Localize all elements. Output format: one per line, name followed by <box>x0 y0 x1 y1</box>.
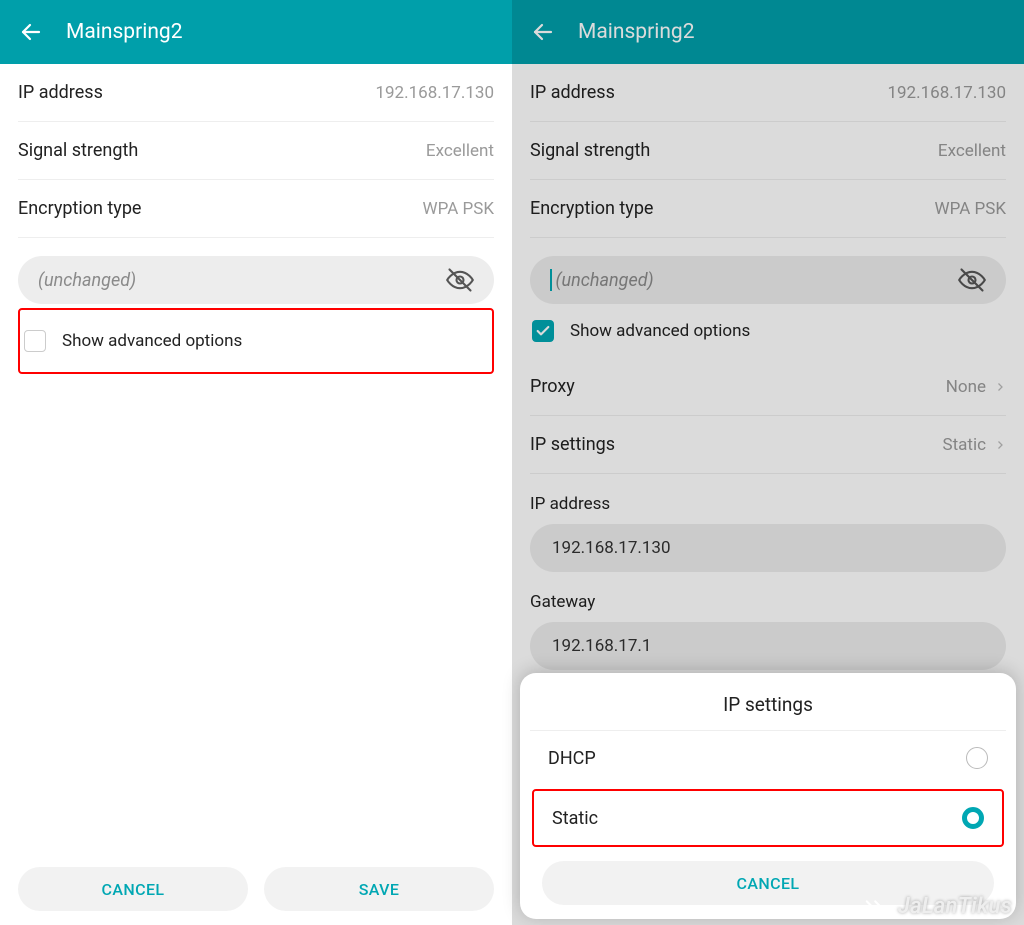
option-dhcp-label: DHCP <box>548 748 596 769</box>
proxy-row[interactable]: Proxy None <box>530 358 1006 416</box>
gateway-field-label: Gateway <box>530 578 1006 622</box>
toggle-visibility-button[interactable] <box>446 266 474 294</box>
ip-address-input[interactable]: 192.168.17.130 <box>530 524 1006 572</box>
proxy-value: None <box>946 377 986 397</box>
ip-value: 192.168.17.130 <box>887 83 1006 103</box>
radio-selected-icon <box>962 807 984 829</box>
eye-off-icon <box>958 266 986 294</box>
save-button[interactable]: SAVE <box>264 867 494 911</box>
ip-settings-sheet: IP settings DHCP Static CANCEL <box>520 673 1016 919</box>
back-arrow-icon <box>531 20 555 44</box>
radio-unselected-icon <box>966 747 988 769</box>
header-bar: Mainspring2 <box>512 0 1024 64</box>
text-cursor <box>550 269 552 291</box>
ip-value: 192.168.17.130 <box>375 83 494 103</box>
advanced-checkbox[interactable] <box>24 330 46 352</box>
signal-label: Signal strength <box>18 140 138 161</box>
page-title: Mainspring2 <box>66 20 183 44</box>
gateway-field: Gateway 192.168.17.1 <box>530 578 1006 670</box>
advanced-label: Show advanced options <box>62 331 242 351</box>
signal-value: Excellent <box>426 141 494 161</box>
ip-settings-value: Static <box>943 435 987 455</box>
encryption-label: Encryption type <box>530 198 653 219</box>
proxy-label: Proxy <box>530 376 575 397</box>
signal-label: Signal strength <box>530 140 650 161</box>
right-screenshot: Mainspring2 IP address 192.168.17.130 Si… <box>512 0 1024 925</box>
footer-buttons: CANCEL SAVE <box>0 867 512 911</box>
ip-address-field: IP address 192.168.17.130 <box>530 480 1006 572</box>
option-static[interactable]: Static <box>532 789 1004 847</box>
encryption-label: Encryption type <box>18 198 141 219</box>
left-screenshot: Mainspring2 IP address 192.168.17.130 Si… <box>0 0 512 925</box>
ip-settings-row[interactable]: IP settings Static <box>530 416 1006 474</box>
signal-row: Signal strength Excellent <box>18 122 494 180</box>
password-input[interactable]: (unchanged) <box>530 256 1006 304</box>
encryption-row: Encryption type WPA PSK <box>530 180 1006 238</box>
toggle-visibility-button[interactable] <box>958 266 986 294</box>
ip-label: IP address <box>530 82 615 103</box>
encryption-value: WPA PSK <box>935 199 1006 219</box>
signal-row: Signal strength Excellent <box>530 122 1006 180</box>
header-bar: Mainspring2 <box>0 0 512 64</box>
sheet-title: IP settings <box>530 687 1006 731</box>
chevron-right-icon <box>994 381 1006 393</box>
encryption-row: Encryption type WPA PSK <box>18 180 494 238</box>
encryption-value: WPA PSK <box>423 199 494 219</box>
option-dhcp[interactable]: DHCP <box>530 731 1006 785</box>
eye-off-icon <box>446 266 474 294</box>
password-placeholder: (unchanged) <box>556 270 959 291</box>
signal-value: Excellent <box>938 141 1006 161</box>
ip-label: IP address <box>18 82 103 103</box>
password-input[interactable]: (unchanged) <box>18 256 494 304</box>
ip-address-field-label: IP address <box>530 480 1006 524</box>
page-title: Mainspring2 <box>578 20 695 44</box>
back-button[interactable] <box>18 19 44 45</box>
checkmark-icon <box>535 323 551 339</box>
back-arrow-icon <box>19 20 43 44</box>
gateway-input[interactable]: 192.168.17.1 <box>530 622 1006 670</box>
advanced-checkbox[interactable] <box>532 320 554 342</box>
highlight-box-advanced: Show advanced options <box>18 308 494 374</box>
option-static-label: Static <box>552 808 598 829</box>
back-button[interactable] <box>530 19 556 45</box>
advanced-label: Show advanced options <box>570 321 750 341</box>
ip-settings-label: IP settings <box>530 434 615 455</box>
ip-row: IP address 192.168.17.130 <box>18 64 494 122</box>
ip-row: IP address 192.168.17.130 <box>530 64 1006 122</box>
chevron-right-icon <box>994 439 1006 451</box>
sheet-cancel-button[interactable]: CANCEL <box>542 861 994 905</box>
password-placeholder: (unchanged) <box>38 270 446 291</box>
cancel-button[interactable]: CANCEL <box>18 867 248 911</box>
